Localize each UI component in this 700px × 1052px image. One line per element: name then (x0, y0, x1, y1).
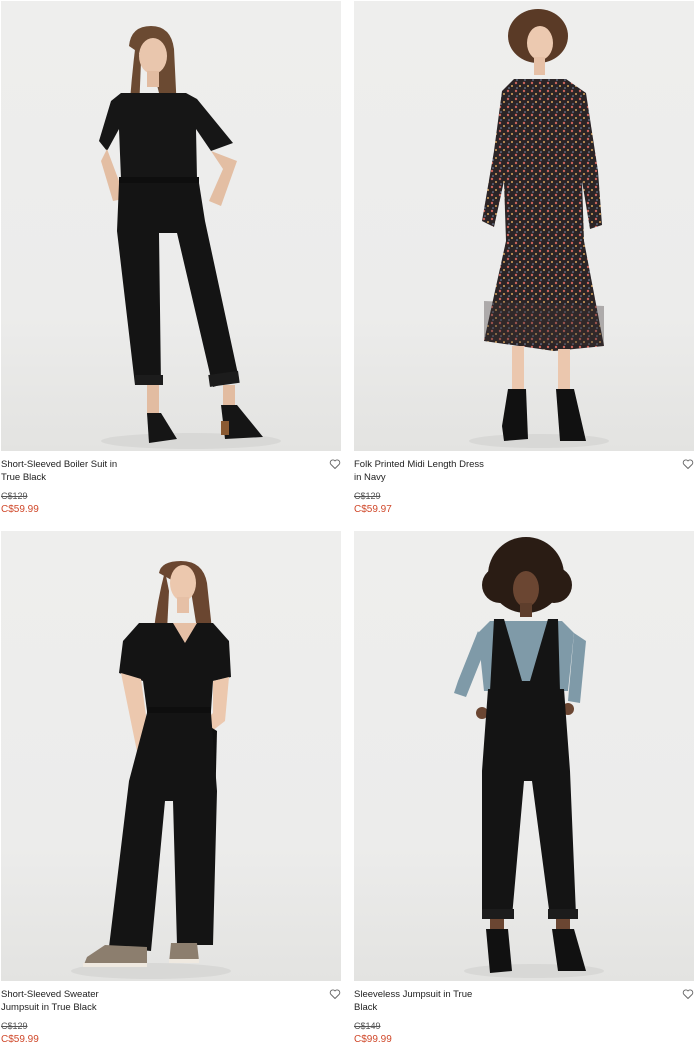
product-info: Folk Printed Midi Length Dress in Navy C… (354, 451, 694, 529)
sale-price: C$59.97 (354, 504, 392, 515)
product-card[interactable]: Folk Printed Midi Length Dress in Navy C… (354, 1, 694, 529)
sale-price: C$99.99 (354, 1034, 392, 1045)
original-price: C$129 (354, 491, 381, 501)
sale-price: C$59.99 (1, 1034, 39, 1045)
product-card[interactable]: Short-Sleeved Boiler Suit in True Black … (1, 1, 341, 529)
heart-outline-icon[interactable] (329, 988, 341, 1000)
product-info: Sleeveless Jumpsuit in True Black C$149 … (354, 981, 694, 1052)
original-price: C$129 (1, 1021, 28, 1031)
product-info: Short-Sleeved Boiler Suit in True Black … (1, 451, 341, 529)
product-card[interactable]: Sleeveless Jumpsuit in True Black C$149 … (354, 531, 694, 1052)
product-name[interactable]: Sleeveless Jumpsuit in True Black (354, 989, 489, 1014)
product-info: Short-Sleeved Sweater Jumpsuit in True B… (1, 981, 341, 1052)
product-card[interactable]: Short-Sleeved Sweater Jumpsuit in True B… (1, 531, 341, 1052)
product-image[interactable] (1, 1, 341, 451)
heart-outline-icon[interactable] (682, 458, 694, 470)
product-name[interactable]: Short-Sleeved Sweater Jumpsuit in True B… (1, 989, 136, 1014)
product-image[interactable] (354, 1, 694, 451)
product-image[interactable] (354, 531, 694, 981)
heart-outline-icon[interactable] (329, 458, 341, 470)
original-price: C$129 (1, 491, 28, 501)
heart-outline-icon[interactable] (682, 988, 694, 1000)
product-name[interactable]: Folk Printed Midi Length Dress in Navy (354, 459, 489, 484)
product-name[interactable]: Short-Sleeved Boiler Suit in True Black (1, 459, 136, 484)
product-grid: Short-Sleeved Boiler Suit in True Black … (0, 0, 700, 1052)
sale-price: C$59.99 (1, 504, 39, 515)
original-price: C$149 (354, 1021, 381, 1031)
product-image[interactable] (1, 531, 341, 981)
